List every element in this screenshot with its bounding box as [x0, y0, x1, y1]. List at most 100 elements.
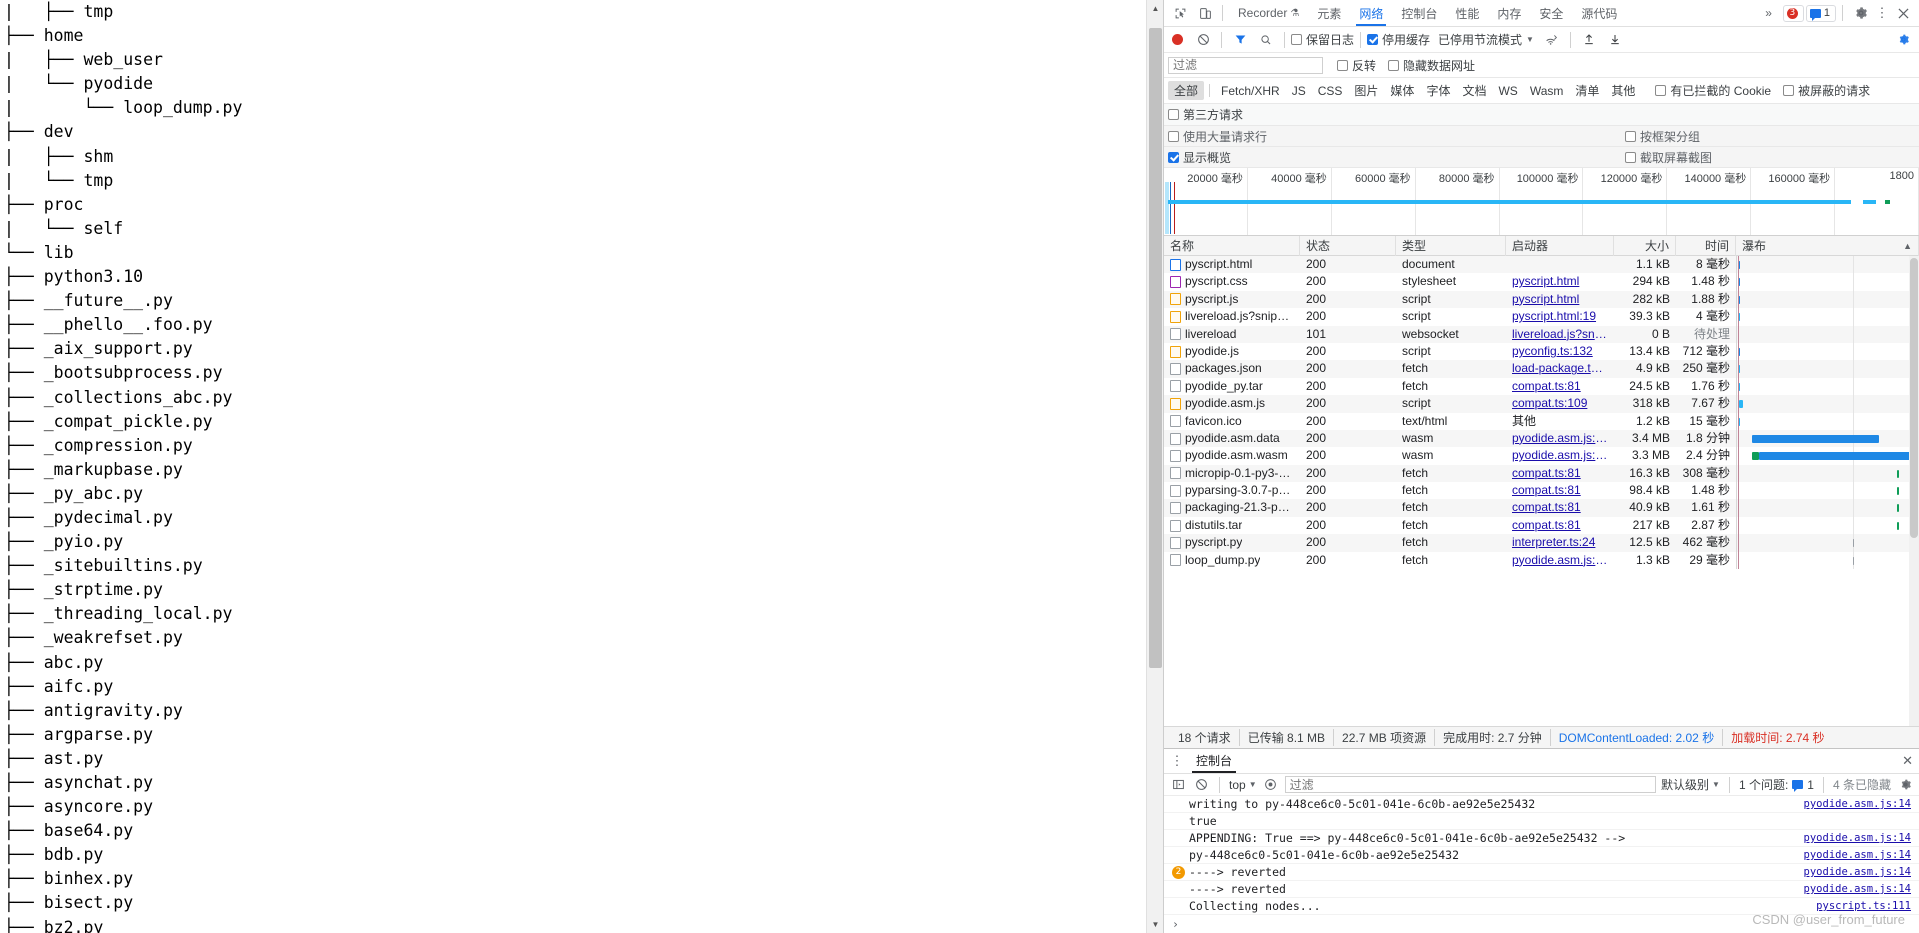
cell-name[interactable]: loop_dump.py — [1164, 552, 1300, 569]
export-har-icon[interactable] — [1603, 28, 1627, 51]
network-filter-input[interactable] — [1168, 56, 1323, 74]
blocked-requests-box[interactable] — [1783, 85, 1795, 96]
hide-data-urls-checkbox[interactable]: 隐藏数据网址 — [1388, 57, 1475, 74]
clear-console-icon[interactable] — [1192, 776, 1210, 794]
cell-name[interactable]: pyodide.asm.data — [1164, 430, 1300, 447]
console-filter-input[interactable] — [1284, 776, 1657, 793]
devtools-tab-4[interactable]: 性能 — [1446, 0, 1488, 26]
devtools-tab-6[interactable]: 安全 — [1530, 0, 1572, 26]
overview-selection-start[interactable] — [1165, 182, 1169, 234]
table-row[interactable]: pyodide.asm.data 200 wasm pyodide.asm.js:14… — [1164, 429, 1919, 448]
cell-initiator[interactable]: compat.ts:81 — [1506, 482, 1614, 499]
network-settings-gear-icon[interactable] — [1891, 28, 1915, 51]
big-request-rows-box[interactable] — [1168, 130, 1179, 142]
cell-name[interactable]: pyodide.asm.js — [1164, 395, 1300, 412]
table-row[interactable]: micropip-0.1-py3-no... 200 fetch compat.ts:… — [1164, 464, 1919, 483]
cell-name[interactable]: pyscript.html — [1164, 256, 1300, 273]
close-drawer-icon[interactable]: ✕ — [1902, 753, 1913, 769]
group-by-frame-checkbox[interactable]: 按框架分组 — [1625, 128, 1915, 145]
invert-filter-box[interactable] — [1337, 59, 1348, 71]
devtools-tab-7[interactable]: 源代码 — [1572, 0, 1626, 26]
table-row[interactable]: pyodide_py.tar 200 fetch compat.ts:81 24.5 k… — [1164, 377, 1919, 396]
throttling-select[interactable]: 已停用节流模式 ▼ — [1438, 31, 1534, 48]
blocked-requests-checkbox[interactable]: 被屏蔽的请求 — [1783, 82, 1870, 99]
resource-type-chip-5[interactable]: 媒体 — [1384, 81, 1420, 100]
cell-initiator[interactable]: livereload.js?snip... — [1506, 326, 1614, 343]
table-row[interactable]: favicon.ico 200 text/html 其他 1.2 kB 15 毫秒 — [1164, 412, 1919, 430]
resource-type-chip-6[interactable]: 字体 — [1420, 81, 1456, 100]
table-row[interactable]: packaging-21.3-py3-... 200 fetch compat.ts:… — [1164, 499, 1919, 517]
cell-initiator[interactable]: load-package.ts:23 — [1506, 360, 1614, 377]
column-header-3[interactable]: 启动器 — [1506, 235, 1614, 256]
preserve-log-checkbox[interactable]: 保留日志 — [1291, 31, 1354, 48]
third-party-box[interactable] — [1168, 109, 1179, 120]
resource-type-chip-9[interactable]: Wasm — [1524, 83, 1570, 99]
table-row[interactable]: distutils.tar 200 fetch compat.ts:81 217 kB 2… — [1164, 516, 1919, 535]
cell-name[interactable]: distutils.tar — [1164, 517, 1300, 534]
cell-initiator[interactable]: compat.ts:81 — [1506, 378, 1614, 395]
console-message-source[interactable]: pyodide.asm.js:14 — [1804, 798, 1919, 810]
network-overview-graph[interactable]: 20000 毫秒 40000 毫秒 60000 毫秒 80000 毫秒 100000 毫… — [1164, 168, 1919, 236]
cell-initiator[interactable]: compat.ts:81 — [1506, 465, 1614, 482]
resource-type-chip-10[interactable]: 清单 — [1569, 81, 1605, 100]
cell-name[interactable]: micropip-0.1-py3-no... — [1164, 465, 1300, 482]
scroll-up-icon[interactable]: ▲ — [1147, 0, 1163, 17]
table-row[interactable]: pyscript.js 200 script pyscript.html 282 kB 1… — [1164, 290, 1919, 309]
inspect-element-icon[interactable] — [1168, 2, 1192, 25]
capture-screenshots-checkbox[interactable]: 截取屏幕截图 — [1625, 149, 1915, 166]
resource-type-chip-0[interactable]: 全部 — [1168, 81, 1205, 100]
cell-name[interactable]: pyodide.js — [1164, 343, 1300, 360]
disable-cache-box[interactable] — [1367, 34, 1379, 45]
resource-type-chip-2[interactable]: JS — [1286, 83, 1312, 99]
table-scroll-thumb[interactable] — [1910, 258, 1918, 538]
message-count-badge[interactable]: 1 — [1805, 4, 1836, 22]
devtools-tab-5[interactable]: 内存 — [1488, 0, 1530, 26]
capture-screenshots-box[interactable] — [1625, 151, 1636, 163]
cell-name[interactable]: pyscript.css — [1164, 273, 1300, 290]
cell-initiator[interactable]: compat.ts:109 — [1506, 395, 1614, 412]
table-row[interactable]: pyodide.js 200 script pyconfig.ts:132 13.4 k… — [1164, 342, 1919, 361]
column-header-5[interactable]: 时间 — [1676, 235, 1736, 256]
error-count-badge[interactable]: 3 — [1782, 4, 1804, 22]
column-header-4[interactable]: 大小 — [1614, 235, 1676, 256]
show-overview-checkbox[interactable]: 显示概览 — [1168, 149, 1231, 166]
table-row[interactable]: pyscript.css 200 stylesheet pyscript.html 29… — [1164, 273, 1919, 291]
tree-scroll-thumb[interactable] — [1149, 28, 1162, 668]
console-context-select[interactable]: top ▼ — [1229, 778, 1257, 792]
cell-initiator[interactable]: 其他 — [1506, 413, 1614, 430]
network-table-body[interactable]: pyscript.html 200 document 1.1 kB 8 毫秒 pyscri… — [1164, 256, 1919, 726]
resource-type-chip-3[interactable]: CSS — [1312, 83, 1349, 99]
cell-name[interactable]: pyodide.asm.wasm — [1164, 447, 1300, 464]
group-by-frame-box[interactable] — [1625, 130, 1636, 142]
column-header-1[interactable]: 状态 — [1300, 235, 1396, 256]
table-row[interactable]: pyscript.py 200 fetch interpreter.ts:24 12.5… — [1164, 534, 1919, 552]
tab-console[interactable]: 控制台 — [1190, 749, 1238, 773]
table-row[interactable]: livereload 101 websocket livereload.js?snip… — [1164, 325, 1919, 343]
big-request-rows-checkbox[interactable]: 使用大量请求行 — [1168, 128, 1267, 145]
cell-initiator[interactable]: pyodide.asm.js:14 — [1506, 552, 1614, 569]
network-conditions-icon[interactable] — [1540, 28, 1564, 51]
table-row[interactable]: pyodide.asm.js 200 script compat.ts:109 318 … — [1164, 395, 1919, 413]
table-row[interactable]: pyscript.html 200 document 1.1 kB 8 毫秒 — [1164, 256, 1919, 274]
clear-requests-icon[interactable] — [1191, 28, 1215, 51]
filter-funnel-icon[interactable] — [1228, 28, 1252, 51]
cell-name[interactable]: livereload.js?snipver=1 — [1164, 308, 1300, 325]
cell-initiator[interactable]: pyodide.asm.js:14 — [1506, 447, 1614, 464]
close-devtools-icon[interactable] — [1891, 2, 1915, 25]
console-message-source[interactable]: pyodide.asm.js:14 — [1804, 866, 1919, 878]
devtools-more-menu-icon[interactable]: ⋮ — [1875, 2, 1889, 25]
cell-name[interactable]: pyscript.py — [1164, 534, 1300, 551]
settings-gear-icon[interactable] — [1849, 2, 1873, 25]
column-header-6[interactable]: 瀑布 ▲ — [1736, 235, 1919, 256]
resource-type-chip-4[interactable]: 图片 — [1348, 81, 1384, 100]
more-tabs-button[interactable]: » — [1756, 6, 1781, 20]
record-button-icon[interactable] — [1172, 34, 1183, 45]
devtools-tab-3[interactable]: 控制台 — [1392, 0, 1446, 26]
cell-name[interactable]: packages.json — [1164, 360, 1300, 377]
devtools-tab-0[interactable]: Recorder ⚗ — [1229, 0, 1308, 26]
cell-initiator[interactable]: pyodide.asm.js:14 — [1506, 430, 1614, 447]
console-sidebar-icon[interactable] — [1169, 776, 1187, 794]
table-row[interactable]: pyparsing-3.0.7-py3-... 200 fetch compat.ts… — [1164, 482, 1919, 500]
cell-name[interactable]: livereload — [1164, 326, 1300, 343]
console-issues-button[interactable]: 1 个问题: 1 — [1739, 776, 1814, 793]
